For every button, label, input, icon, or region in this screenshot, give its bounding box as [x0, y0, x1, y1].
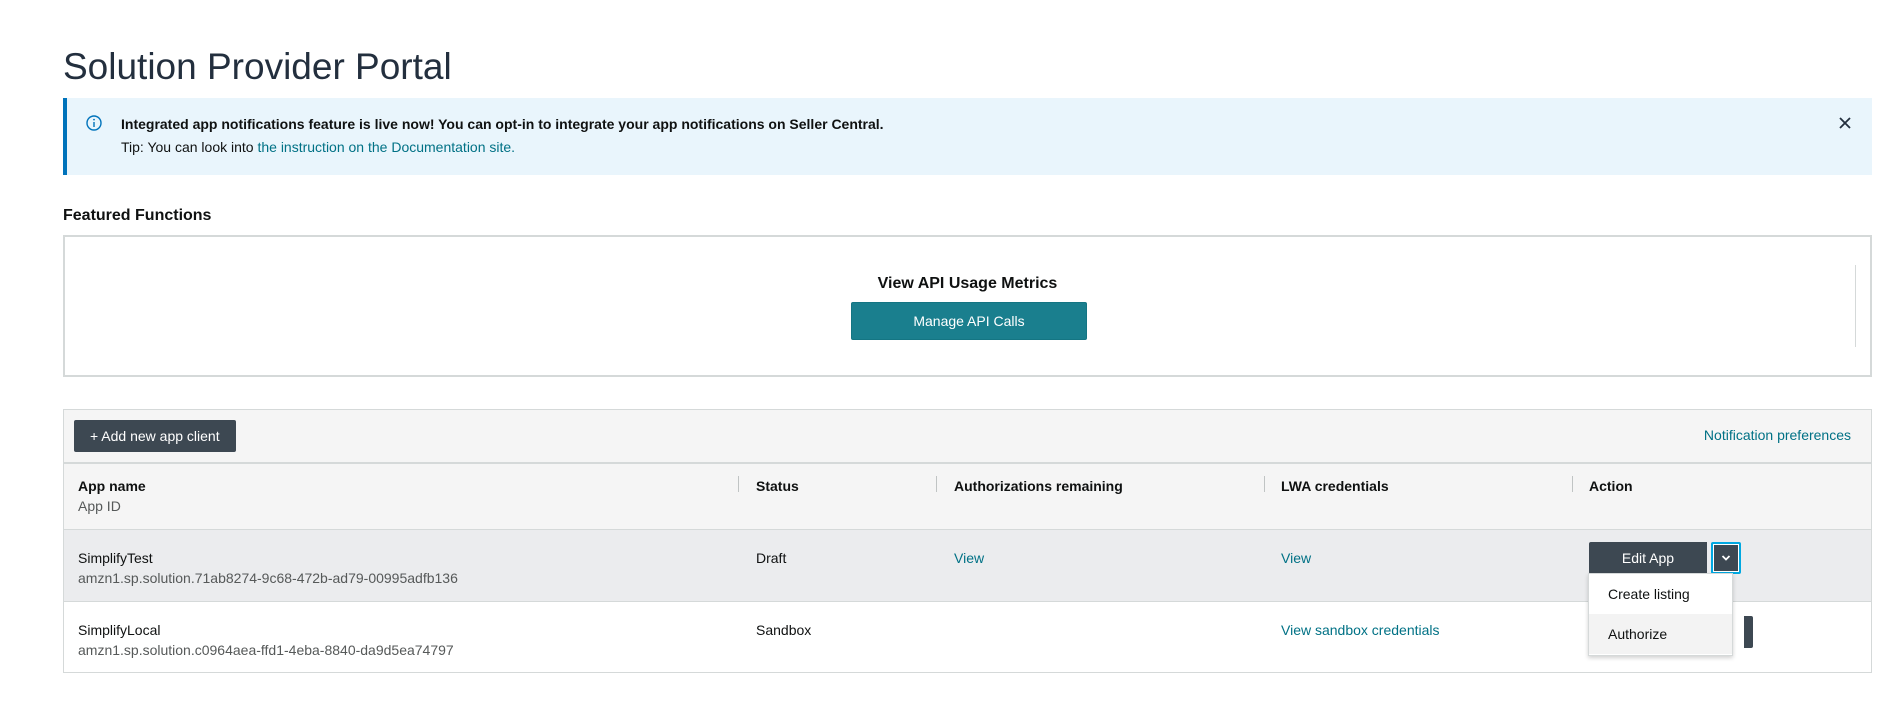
column-separator — [1264, 476, 1265, 492]
add-app-client-button[interactable]: + Add new app client — [74, 420, 236, 452]
api-usage-title: View API Usage Metrics — [877, 275, 1058, 292]
column-separator — [936, 476, 937, 492]
app-id: amzn1.sp.solution.71ab8274-9c68-472b-ad7… — [78, 570, 458, 586]
app-name: SimplifyLocal — [78, 622, 161, 638]
info-icon — [86, 115, 102, 131]
header-status: Status — [756, 478, 799, 494]
notification-alert: Integrated app notifications feature is … — [63, 98, 1872, 175]
close-icon[interactable] — [1836, 114, 1854, 132]
action-dropdown-menu: Create listing Authorize — [1588, 573, 1733, 656]
app-status: Draft — [756, 550, 787, 566]
action-dropdown-toggle[interactable] — [1711, 542, 1741, 574]
alert-tip: Tip: You can look into the instruction o… — [121, 139, 515, 155]
table-toolbar: + Add new app client Notification prefer… — [64, 410, 1871, 464]
lwa-view-link[interactable]: View — [1281, 550, 1311, 566]
alert-message: Integrated app notifications feature is … — [121, 116, 884, 132]
card-divider — [1855, 265, 1856, 347]
menu-item-authorize[interactable]: Authorize — [1589, 614, 1732, 654]
authorizations-view-link[interactable]: View — [954, 550, 984, 566]
column-separator — [738, 476, 739, 492]
chevron-down-icon — [1721, 555, 1731, 561]
action-button-partial[interactable] — [1744, 616, 1753, 648]
documentation-link[interactable]: the instruction on the Documentation sit… — [257, 139, 515, 155]
menu-item-create-listing[interactable]: Create listing — [1589, 574, 1732, 614]
header-app-name: App name — [78, 478, 146, 494]
featured-functions-card: View API Usage Metrics Manage API Calls — [63, 235, 1872, 377]
app-status: Sandbox — [756, 622, 812, 638]
edit-app-button[interactable]: Edit App — [1589, 542, 1707, 574]
column-separator — [1572, 476, 1573, 492]
header-app-id: App ID — [78, 498, 121, 514]
app-name: SimplifyTest — [78, 550, 153, 566]
view-sandbox-credentials-link[interactable]: View sandbox credentials — [1281, 622, 1440, 638]
header-lwa-credentials: LWA credentials — [1281, 478, 1389, 494]
page-title: Solution Provider Portal — [63, 46, 452, 87]
header-action: Action — [1589, 478, 1633, 494]
table-header: App name App ID Status Authorizations re… — [64, 464, 1871, 530]
notification-preferences-link[interactable]: Notification preferences — [1704, 427, 1851, 443]
featured-functions-heading: Featured Functions — [63, 207, 212, 224]
alert-tip-prefix: Tip: You can look into — [121, 139, 258, 155]
manage-api-calls-button[interactable]: Manage API Calls — [851, 302, 1087, 340]
header-authorizations: Authorizations remaining — [954, 478, 1123, 494]
app-id: amzn1.sp.solution.c0964aea-ffd1-4eba-884… — [78, 642, 454, 658]
action-split-button: Edit App — [1589, 542, 1741, 574]
